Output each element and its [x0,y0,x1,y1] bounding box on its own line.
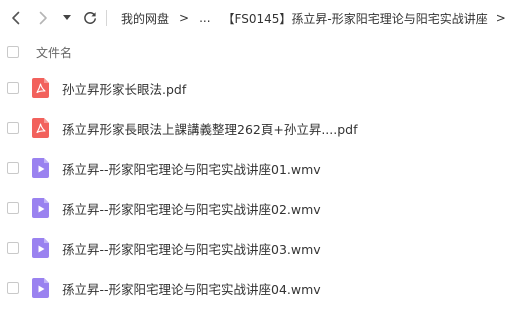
file-name[interactable]: 孙立昇形家长眼法.pdf [62,79,186,98]
breadcrumb-ellipsis[interactable]: ... [191,11,218,25]
file-row[interactable]: 孙立昇形家长眼法.pdf [0,68,505,108]
refresh-button[interactable] [80,8,100,28]
column-header-filename[interactable]: 文件名 [36,44,72,61]
breadcrumb-separator: > [179,11,190,25]
pdf-icon [32,78,49,98]
video-file-icon [32,238,49,258]
row-checkbox[interactable] [7,242,19,254]
refresh-icon [84,12,96,24]
back-button[interactable] [6,8,26,28]
row-checkbox[interactable] [7,162,19,174]
breadcrumb-current-folder[interactable]: 【FS0145】孫立昇-形家阳宅理论与阳宅实战讲座 [219,10,494,27]
file-row[interactable]: 孫立昇形家長眼法上課講義整理262頁+孙立昇....pdf [0,108,505,148]
navigation-bar: 我的网盘 > ... 【FS0145】孫立昇-形家阳宅理论与阳宅实战讲座 > [0,0,505,36]
forward-button[interactable] [33,8,53,28]
file-name[interactable]: 孫立昇--形家阳宅理论与阳宅实战讲座03.wmv [62,239,321,258]
file-name[interactable]: 孫立昇--形家阳宅理论与阳宅实战讲座02.wmv [62,199,321,218]
select-all-checkbox[interactable] [7,46,19,58]
video-file-icon [32,158,49,178]
breadcrumb-trailing-separator[interactable]: > [494,11,505,25]
file-row[interactable]: 孫立昇--形家阳宅理论与阳宅实战讲座04.wmv [0,268,505,308]
video-file-icon [32,278,49,298]
row-checkbox[interactable] [7,202,19,214]
chevron-left-icon [12,11,20,25]
file-list: 孙立昇形家长眼法.pdf 孫立昇形家長眼法上課講義整理262頁+孙立昇....p… [0,68,505,308]
file-row[interactable]: 孫立昇--形家阳宅理论与阳宅实战讲座03.wmv [0,228,505,268]
row-checkbox[interactable] [7,122,19,134]
chevron-right-icon [39,11,47,25]
pdf-icon [32,118,49,138]
row-checkbox[interactable] [7,82,19,94]
file-name[interactable]: 孫立昇形家長眼法上課講義整理262頁+孙立昇....pdf [62,119,358,138]
breadcrumb: 我的网盘 > ... 【FS0145】孫立昇-形家阳宅理论与阳宅实战讲座 > [113,0,505,36]
file-row[interactable]: 孫立昇--形家阳宅理论与阳宅实战讲座02.wmv [0,188,505,228]
breadcrumb-root[interactable]: 我的网盘 [113,10,177,27]
file-name[interactable]: 孫立昇--形家阳宅理论与阳宅实战讲座01.wmv [62,159,321,178]
file-list-header: 文件名 [0,36,505,68]
toolbar-divider [106,10,107,26]
row-checkbox[interactable] [7,282,19,294]
file-row[interactable]: 孫立昇--形家阳宅理论与阳宅实战讲座01.wmv [0,148,505,188]
caret-down-icon [63,15,71,20]
file-name[interactable]: 孫立昇--形家阳宅理论与阳宅实战讲座04.wmv [62,279,321,298]
file-browser: 我的网盘 > ... 【FS0145】孫立昇-形家阳宅理论与阳宅实战讲座 > 文… [0,0,505,316]
video-file-icon [32,198,49,218]
history-dropdown-button[interactable] [59,8,75,28]
